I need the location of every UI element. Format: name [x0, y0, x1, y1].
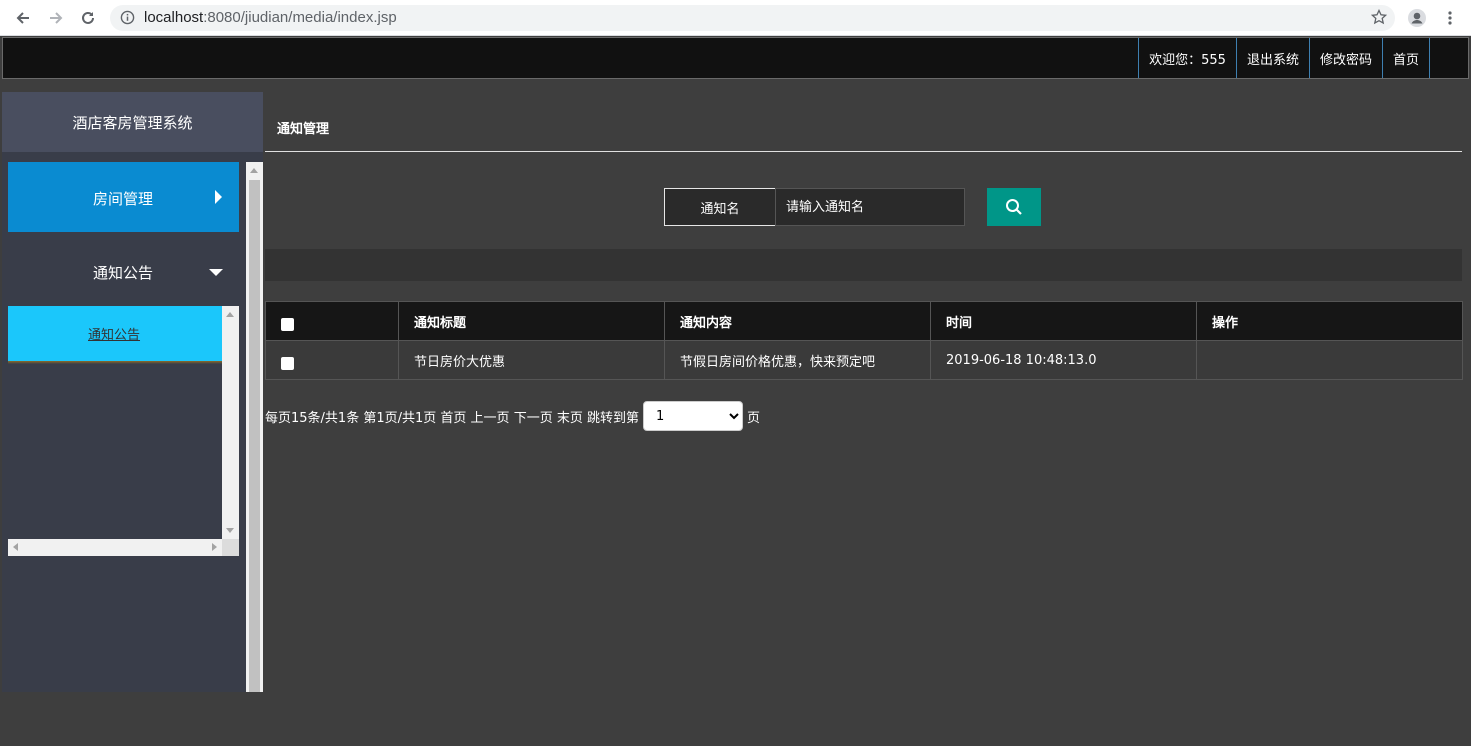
column-header: 通知内容	[664, 301, 931, 341]
home-link[interactable]: 首页	[1381, 38, 1430, 78]
table-toolbar	[265, 249, 1462, 281]
pager-summary: 每页15条/共1条 第1页/共1页	[265, 410, 437, 426]
url-text: localhost:8080/jiudian/media/index.jsp	[144, 9, 397, 26]
sidebar-item-label: 房间管理	[93, 190, 154, 208]
select-all-checkbox[interactable]	[281, 317, 294, 331]
submenu-panel: 通知公告	[8, 306, 239, 556]
submenu-divider	[8, 361, 222, 364]
table-row: 节日房价大优惠 节假日房间价格优惠，快来预定吧 2019-06-18 10:48…	[265, 340, 1463, 380]
scroll-up-icon[interactable]	[250, 168, 258, 173]
inner-horizontal-scrollbar[interactable]	[8, 539, 239, 556]
scroll-left-icon[interactable]	[13, 543, 18, 551]
prev-page-link[interactable]: 上一页	[471, 407, 510, 426]
welcome-user: 欢迎您：555	[1138, 38, 1236, 78]
logout-link[interactable]: 退出系统	[1235, 38, 1309, 78]
inner-vertical-scrollbar[interactable]	[222, 306, 239, 539]
next-page-link[interactable]: 下一页	[514, 407, 553, 426]
notice-name-search-input[interactable]	[775, 188, 965, 226]
sidebar: 酒店客房管理系统 房间管理 通知公告 通知公告	[2, 92, 263, 692]
page-suffix: 页	[747, 410, 761, 426]
sidebar-item-room-management[interactable]: 房间管理	[8, 162, 239, 232]
notice-title-cell: 节日房价大优惠	[398, 340, 665, 380]
change-password-link[interactable]: 修改密码	[1308, 38, 1382, 78]
site-info-icon[interactable]	[120, 10, 135, 29]
back-icon[interactable]	[11, 6, 35, 30]
system-title: 酒店客房管理系统	[2, 92, 263, 152]
scroll-right-icon[interactable]	[212, 543, 217, 551]
scroll-up-icon[interactable]	[226, 312, 234, 317]
profile-icon[interactable]	[1405, 6, 1429, 30]
notice-time-cell: 2019-06-18 10:48:13.0	[930, 340, 1197, 380]
column-header: 时间	[930, 301, 1197, 341]
sidebar-scrollbar[interactable]	[246, 162, 263, 692]
jump-label: 跳转到第	[587, 410, 640, 426]
column-header: 操作	[1196, 301, 1463, 341]
select-all-cell	[265, 301, 399, 341]
submenu-item-notices[interactable]: 通知公告	[8, 306, 222, 361]
last-page-link[interactable]: 末页	[557, 407, 583, 426]
address-bar[interactable]: localhost:8080/jiudian/media/index.jsp	[110, 5, 1395, 31]
bookmark-star-icon[interactable]	[1370, 8, 1388, 29]
menu-dots-icon[interactable]	[1438, 6, 1462, 30]
top-nav: 欢迎您：555 退出系统 修改密码 首页	[1138, 38, 1430, 78]
column-header: 通知标题	[398, 301, 665, 341]
row-checkbox[interactable]	[281, 356, 294, 370]
top-header: 欢迎您：555 退出系统 修改密码 首页	[2, 37, 1469, 79]
title-divider	[265, 151, 1462, 152]
browser-toolbar: localhost:8080/jiudian/media/index.jsp	[0, 0, 1471, 36]
actions-cell	[1196, 340, 1463, 380]
row-select-cell	[265, 340, 399, 380]
notice-content-cell: 节假日房间价格优惠，快来预定吧	[664, 340, 931, 380]
search-button[interactable]	[987, 188, 1041, 226]
first-page-link[interactable]: 首页	[440, 407, 466, 426]
table-header-row: 通知标题 通知内容 时间 操作	[265, 301, 1463, 341]
sidebar-item-notices[interactable]: 通知公告	[8, 236, 239, 306]
notice-table: 通知标题 通知内容 时间 操作 节日房价大优惠 节假日房间价格优惠，快来预定吧 …	[265, 301, 1463, 380]
search-icon	[1006, 199, 1022, 215]
forward-icon[interactable]	[44, 6, 68, 30]
page-select[interactable]: 1	[643, 401, 744, 431]
page-title: 通知管理	[277, 122, 330, 137]
scrollbar-corner	[222, 539, 239, 556]
sidebar-item-label: 通知公告	[93, 264, 154, 282]
chevron-down-icon	[209, 269, 223, 276]
search-label: 通知名	[664, 188, 776, 226]
pagination: 每页15条/共1条 第1页/共1页 首页 上一页 下一页 末页 跳转到第 1 页	[265, 401, 760, 431]
scroll-down-icon[interactable]	[226, 528, 234, 533]
chevron-right-icon	[215, 190, 222, 204]
reload-icon[interactable]	[76, 6, 100, 30]
scrollbar-thumb[interactable]	[249, 180, 260, 692]
